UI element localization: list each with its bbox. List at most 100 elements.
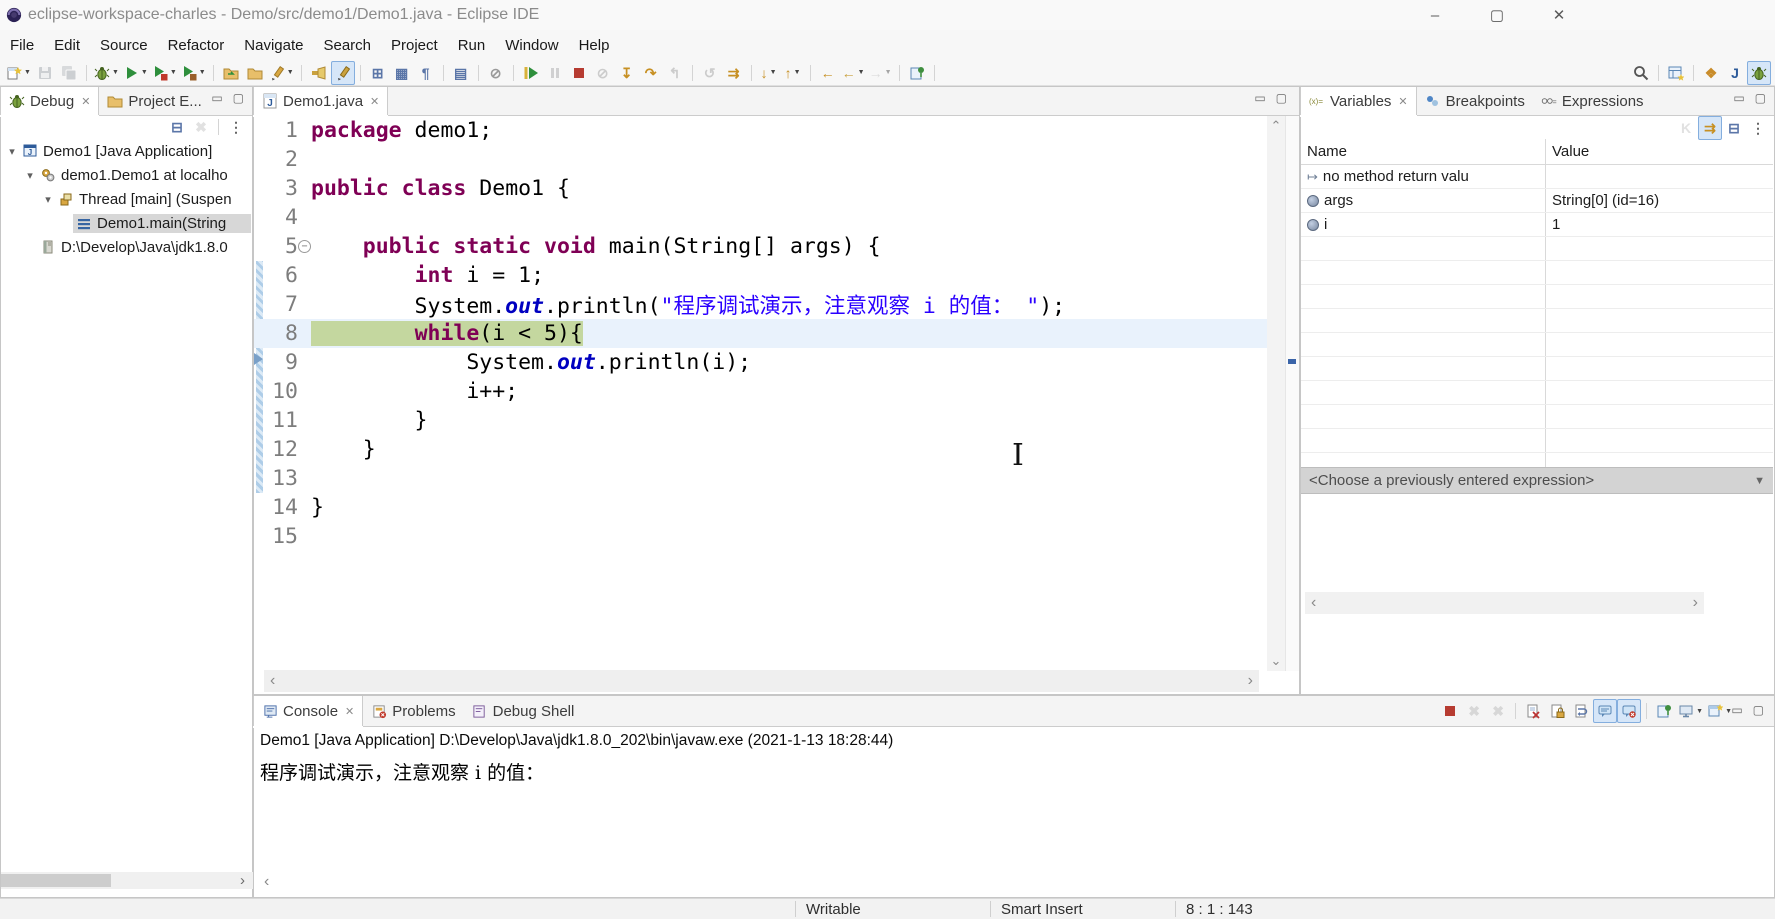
open-resource-icon[interactable] [243,61,267,85]
debug-icon[interactable]: ▼ [92,61,121,85]
gutter[interactable] [254,174,264,203]
maximize-view-icon[interactable]: ▢ [1753,703,1764,717]
code-line-9[interactable]: 9 System.out.println(i); [254,348,1267,377]
variables-empty-row[interactable] [1301,285,1773,309]
code-text[interactable]: package demo1; [311,118,492,143]
code-text[interactable]: public class Demo1 { [311,176,570,201]
debug-tree-item[interactable]: Demo1.main(String [1,211,251,235]
menu-window[interactable]: Window [495,37,568,54]
show-console-stdout-icon[interactable] [1593,699,1618,723]
show-type-names-icon[interactable]: K [1674,116,1698,140]
debug-tree-item[interactable]: ▾ Thread [main] (Suspen [1,187,251,211]
column-value[interactable]: Value [1546,143,1773,160]
code-text[interactable]: } [311,495,324,520]
terminate-console-icon[interactable] [1438,699,1462,723]
step-return-icon[interactable]: ↰ [663,61,687,85]
save-icon[interactable] [33,61,57,85]
remove-all-terminated-launches-icon[interactable]: ✖ [1486,699,1510,723]
menu-navigate[interactable]: Navigate [234,37,313,54]
display-selected-console-icon[interactable]: ▼ [1676,699,1705,723]
show-view-table-icon[interactable]: ▦ [390,61,414,85]
dropdown-arrow-icon[interactable]: ▼ [141,69,148,76]
code-line-3[interactable]: 3 public class Demo1 { [254,174,1267,203]
code-line-11[interactable]: 11 } [254,406,1267,435]
variables-row-args[interactable]: args String[0] (id=16) [1301,189,1773,213]
dropdown-arrow-icon[interactable]: ▼ [170,69,177,76]
debug-tab-debug[interactable]: Debug ✕ [0,87,100,115]
variables-empty-row[interactable] [1301,237,1773,261]
back-icon[interactable]: ← ▼ [840,61,867,85]
code-line-1[interactable]: 1 package demo1; [254,116,1267,145]
minimize-view-icon[interactable]: ▭ [211,91,222,105]
open-type-icon[interactable] [219,61,243,85]
gutter[interactable] [254,145,264,174]
gutter[interactable] [254,232,264,261]
maximize-view-icon[interactable]: ▢ [1755,91,1766,105]
expand-chevron-icon[interactable]: ▾ [41,193,55,206]
collapse-all-icon[interactable]: ⊟ [165,115,189,139]
code-text[interactable]: i++; [311,379,518,404]
disconnect-icon[interactable]: ⊘ [591,61,615,85]
maximize-view-icon[interactable]: ▢ [233,91,244,105]
scroll-left-icon[interactable]: ‹ [264,873,269,891]
code-line-8[interactable]: 8 while(i < 5){ [254,319,1267,348]
code-line-13[interactable]: 13 [254,464,1267,493]
debug-perspective-icon[interactable] [1747,61,1771,85]
java-ee-perspective-icon[interactable]: ❖ [1699,61,1723,85]
code-line-14[interactable]: 14} [254,493,1267,522]
debug-tree-item[interactable]: ▾ J Demo1 [Java Application] [1,139,251,163]
search-torch-icon[interactable] [307,61,331,85]
close-tab-icon[interactable]: ✕ [345,705,354,718]
menu-edit[interactable]: Edit [44,37,90,54]
code-line-7[interactable]: 7 System.out.println("程序调试演示，注意观察 i 的值： … [254,290,1267,319]
gutter[interactable] [254,348,264,377]
code-text[interactable]: } [311,437,376,462]
new-icon[interactable]: ▼ [4,61,33,85]
maximize-editor-icon[interactable]: ▢ [1276,91,1287,105]
menu-source[interactable]: Source [90,37,158,54]
code-line-15[interactable]: 15 [254,522,1267,551]
variables-empty-row[interactable] [1301,429,1773,453]
editor-tab-demo1-java[interactable]: J Demo1.java ✕ [253,87,389,115]
variables-empty-row[interactable] [1301,381,1773,405]
code-line-2[interactable]: 2 [254,145,1267,174]
last-edit-location-icon[interactable]: ← [816,61,840,85]
show-console-stderr-icon[interactable] [1617,699,1642,723]
chevron-down-icon[interactable]: ▼ [1754,475,1765,487]
close-tab-icon[interactable]: ✕ [81,95,90,108]
code-text[interactable]: while(i < 5){ [311,321,583,346]
drop-to-frame-icon[interactable]: ↺ [698,61,722,85]
code-line-12[interactable]: 12 } [254,435,1267,464]
dropdown-arrow-icon[interactable]: ▼ [24,69,31,76]
gutter[interactable] [254,377,264,406]
console-minmax[interactable]: ▭ ▢ [1731,703,1764,717]
gutter[interactable] [254,319,264,348]
minimize-view-icon[interactable]: ▭ [1731,703,1742,717]
gutter[interactable] [254,203,264,232]
previous-annotation-icon[interactable]: ↑ ▼ [781,61,805,85]
show-whitespace-icon[interactable]: ¶ [414,61,438,85]
variables-row-no[interactable]: ↦ no method return valu [1301,165,1773,189]
variables-table-header[interactable]: Name Value [1301,139,1773,165]
create-working-set-icon[interactable]: ⊞ [366,61,390,85]
menu-refactor[interactable]: Refactor [158,37,235,54]
resume-icon[interactable] [519,61,543,85]
scrollbar-thumb[interactable] [1,874,111,887]
code-editor[interactable]: 1 package demo1; 2 3 public class Demo1 {4 5−… [254,116,1267,671]
debug-view-menu-icon[interactable]: ⋮ [224,115,248,139]
next-annotation-icon[interactable]: ↓ ▼ [757,61,781,85]
maximize-button[interactable]: ▢ [1486,6,1508,24]
code-text[interactable]: int i = 1; [311,263,544,288]
console-tab-console[interactable]: Console ✕ [253,696,364,726]
expand-chevron-icon[interactable]: ▾ [5,145,19,158]
scroll-left-icon[interactable]: ‹ [270,672,275,690]
editor-minmax[interactable]: ▭ ▢ [1254,91,1287,105]
gutter[interactable] [254,406,264,435]
code-text[interactable]: public static void main(String[] args) { [311,234,881,259]
gutter[interactable] [254,493,264,522]
variables-tab-breakpoints[interactable]: Breakpoints [1417,87,1533,115]
mark-occurrences-icon[interactable] [330,60,355,85]
code-line-5[interactable]: 5− public static void main(String[] args… [254,232,1267,261]
debug-tab-project-e-[interactable]: Project E... [99,87,209,115]
code-text[interactable]: } [311,408,428,433]
